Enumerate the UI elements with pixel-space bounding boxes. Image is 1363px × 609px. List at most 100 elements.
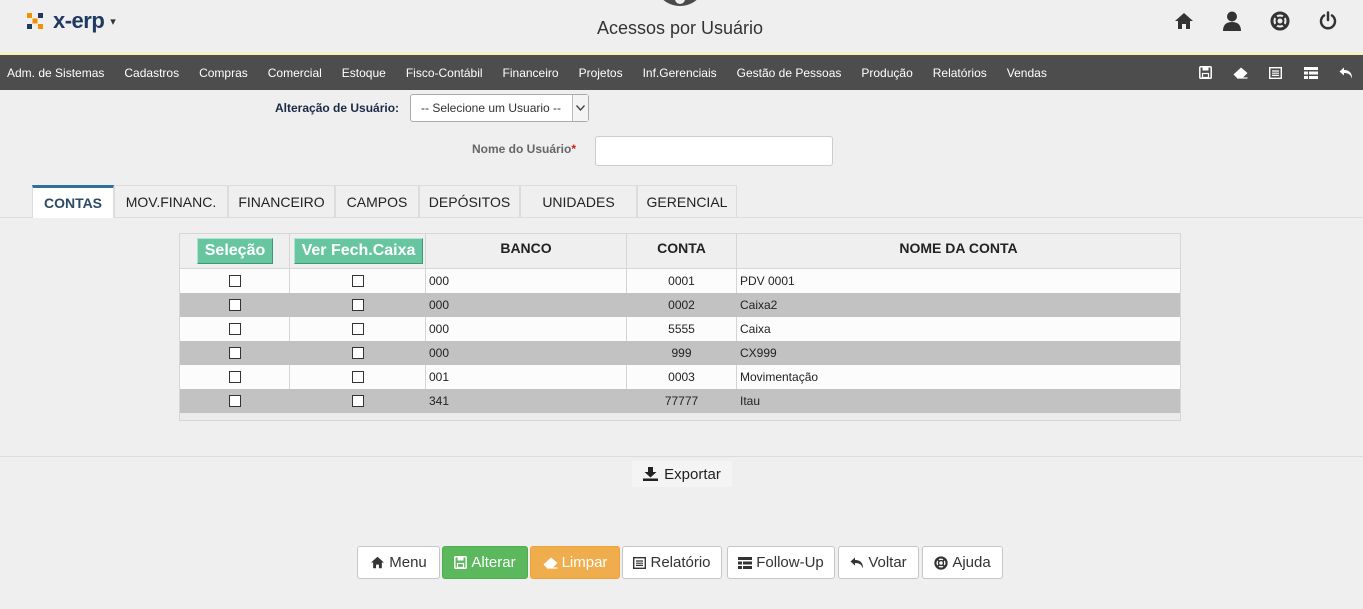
selection-cell (180, 317, 290, 341)
conta-cell: 0003 (627, 365, 737, 389)
accounts-table: Seleção Ver Fech.Caixa BANCO CONTA NOME … (179, 233, 1181, 421)
header-nome-conta: NOME DA CONTA (899, 240, 1018, 256)
nav-item-estoque[interactable]: Estoque (342, 66, 386, 80)
nome-conta-cell: Caixa2 (740, 298, 778, 312)
selection-checkbox[interactable] (228, 275, 241, 287)
cash-closing-checkbox[interactable] (351, 275, 364, 287)
logo-mark-icon (27, 13, 43, 29)
export-label: Exportar (664, 465, 721, 483)
nav-item-vendas[interactable]: Vendas (1007, 66, 1047, 80)
selection-checkbox[interactable] (228, 371, 241, 383)
selection-checkbox[interactable] (228, 347, 241, 359)
user-icon[interactable] (1221, 10, 1243, 32)
lifebuoy-icon[interactable] (1269, 10, 1291, 32)
nav-item-cadastros[interactable]: Cadastros (124, 66, 179, 80)
cash-closing-checkbox[interactable] (351, 347, 364, 359)
nav-item-produção[interactable]: Produção (861, 66, 912, 80)
chevron-down-icon[interactable] (572, 95, 588, 121)
header-cell-selection: Seleção (180, 234, 290, 269)
save-icon[interactable] (1188, 55, 1223, 90)
table-row[interactable]: 000 5555 Caixa (180, 317, 1180, 341)
table-icon[interactable] (1293, 55, 1328, 90)
nav-item-gestão-de-pessoas[interactable]: Gestão de Pessoas (737, 66, 842, 80)
selection-button[interactable]: Seleção (197, 238, 273, 264)
nav-item-compras[interactable]: Compras (199, 66, 248, 80)
banco-cell: 001 (426, 365, 627, 389)
table-header: Seleção Ver Fech.Caixa BANCO CONTA NOME … (180, 234, 1180, 269)
limpar-button[interactable]: Limpar (530, 546, 620, 579)
nome-conta-cell: Movimentação (740, 370, 819, 384)
selection-checkbox[interactable] (228, 299, 241, 311)
voltar-button[interactable]: Voltar (838, 546, 919, 579)
table-icon (738, 556, 753, 569)
tab-mov-financ-[interactable]: MOV.FINANC. (114, 185, 228, 217)
nav-menu: Adm. de Sistemas Cadastros Compras Comercia… (0, 55, 1363, 90)
cash-closing-checkbox[interactable] (351, 323, 364, 335)
undo-icon (850, 557, 864, 569)
table-row[interactable]: 001 0003 Movimentação (180, 365, 1180, 389)
table-row[interactable]: 000 0002 Caixa2 (180, 293, 1180, 317)
cash-cell (290, 389, 426, 413)
nav-item-financeiro[interactable]: Financeiro (503, 66, 559, 80)
menu-button[interactable]: Menu (357, 546, 440, 579)
user-name-label: Nome do Usuário* (472, 142, 577, 156)
tab-campos[interactable]: CAMPOS (335, 185, 419, 217)
download-icon (643, 467, 659, 481)
header-banco: BANCO (426, 234, 627, 269)
power-icon[interactable] (1317, 10, 1339, 32)
nav-item-comercial[interactable]: Comercial (268, 66, 322, 80)
export-button[interactable]: Exportar (632, 461, 732, 487)
tab-financeiro[interactable]: FINANCEIRO (228, 185, 335, 217)
button-label: Limpar (561, 554, 608, 571)
chevron-down-icon[interactable]: ▾ (110, 15, 116, 28)
tab-gerencial[interactable]: GERENCIAL (637, 185, 737, 217)
selection-cell (180, 293, 290, 317)
table-row[interactable]: 000 0001 PDV 0001 (180, 269, 1180, 293)
conta-cell: 999 (627, 341, 737, 365)
nav-item-inf-gerenciais[interactable]: Inf.Gerenciais (643, 66, 717, 80)
button-label: Menu (389, 554, 427, 571)
content-divider (0, 456, 1363, 457)
user-name-input[interactable] (595, 136, 833, 166)
table-row[interactable]: 000 999 CX999 (180, 341, 1180, 365)
home-icon[interactable] (1173, 10, 1195, 32)
page-title: Acessos por Usuário (596, 18, 764, 38)
nav-item-relatórios[interactable]: Relatórios (933, 66, 987, 80)
ajuda-button[interactable]: Ajuda (922, 546, 1003, 579)
cash-closing-button[interactable]: Ver Fech.Caixa (294, 238, 423, 264)
nome-conta-cell: CX999 (740, 346, 777, 360)
list-icon[interactable] (1258, 55, 1293, 90)
undo-icon[interactable] (1328, 55, 1363, 90)
eraser-icon (543, 557, 558, 569)
cash-cell (290, 341, 426, 365)
cash-closing-checkbox[interactable] (351, 395, 364, 407)
banco-cell: 000 (426, 341, 627, 365)
user-select[interactable]: -- Selecione um Usuario -- (410, 94, 589, 122)
button-label: Voltar (868, 554, 907, 571)
header-conta: CONTA (627, 234, 737, 269)
table-row[interactable]: 341 77777 Itau (180, 389, 1180, 413)
cash-cell (290, 365, 426, 389)
tab-contas[interactable]: CONTAS (32, 185, 114, 218)
relatório-button[interactable]: Relatório (622, 546, 722, 579)
selection-checkbox[interactable] (228, 323, 241, 335)
nav-item-fisco-contábil[interactable]: Fisco-Contábil (406, 66, 483, 80)
cash-closing-checkbox[interactable] (351, 299, 364, 311)
follow-up-button[interactable]: Follow-Up (727, 546, 835, 579)
required-mark: * (571, 142, 577, 156)
user-change-label: Alteração de Usuário: (275, 101, 400, 115)
tab-bar: CONTAS MOV.FINANC. FINANCEIRO CAMPOS DEPÓSIT… (32, 185, 737, 218)
selection-checkbox[interactable] (228, 395, 241, 407)
tab-dep-sitos[interactable]: DEPÓSITOS (419, 185, 520, 217)
selection-cell (180, 389, 290, 413)
nav-item-projetos[interactable]: Projetos (579, 66, 623, 80)
app-header: x-erp ▾ Acessos por Usuário (0, 0, 1363, 52)
list-icon (633, 556, 647, 569)
logo[interactable]: x-erp ▾ (25, 8, 116, 34)
cash-cell (290, 269, 426, 293)
eraser-icon[interactable] (1223, 55, 1258, 90)
tab-unidades[interactable]: UNIDADES (520, 185, 637, 217)
alterar-button[interactable]: Alterar (442, 546, 528, 579)
nav-item-adm-de-sistemas[interactable]: Adm. de Sistemas (7, 66, 104, 80)
cash-closing-checkbox[interactable] (351, 371, 364, 383)
